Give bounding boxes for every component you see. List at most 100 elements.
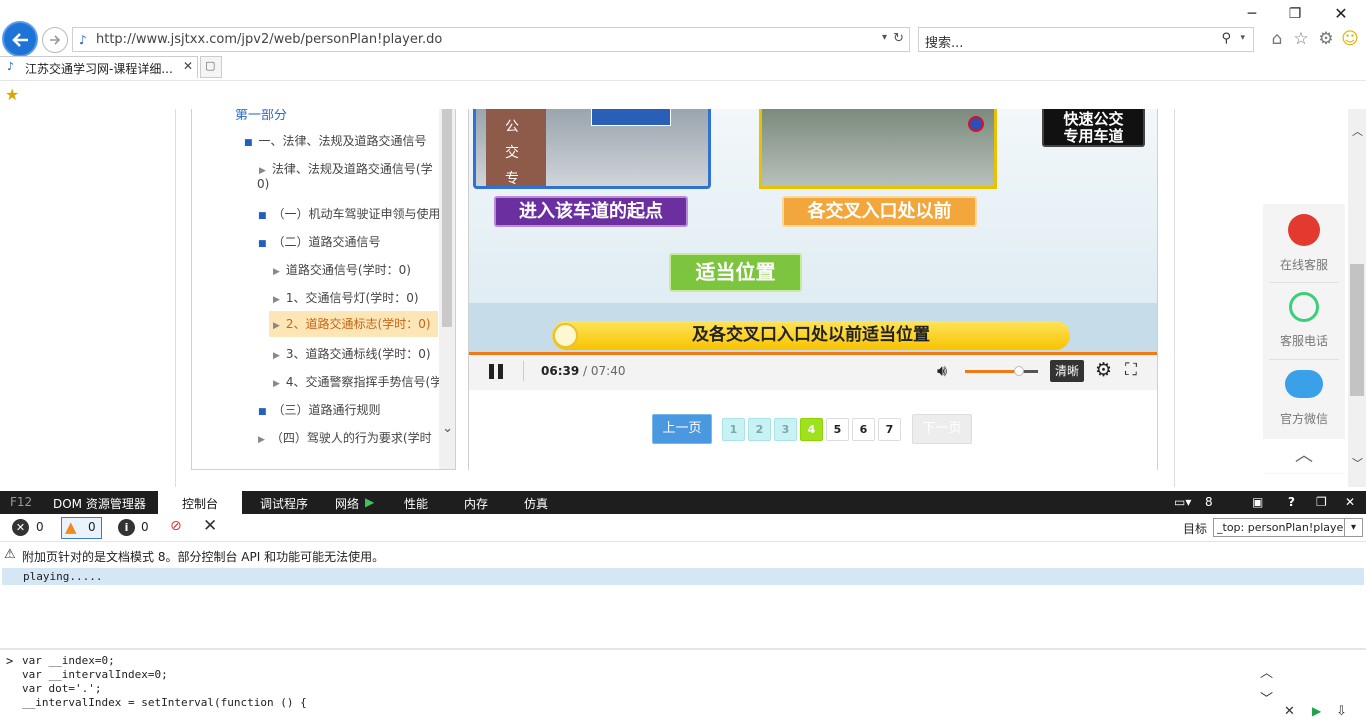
- tab-dom-explorer[interactable]: DOM 资源管理器: [53, 495, 146, 512]
- page-number-button[interactable]: 1: [722, 418, 745, 441]
- history-up-icon[interactable]: ︿: [1260, 662, 1273, 681]
- input-lines[interactable]: var __index=0; var __intervalIndex=0; va…: [22, 654, 307, 710]
- tree-item[interactable]: ▶ 2、道路交通标志(学时：0): [269, 311, 438, 337]
- tree-expand-icon[interactable]: ▶: [273, 295, 280, 305]
- wechat-service[interactable]: 官方微信: [1263, 370, 1345, 427]
- volume-icon[interactable]: 🔊︎: [937, 361, 947, 381]
- minimize-icon[interactable]: ─: [1238, 4, 1266, 24]
- run-icon[interactable]: ▶: [1312, 704, 1321, 718]
- tree-item[interactable]: ■ （二）道路交通信号: [258, 233, 381, 250]
- address-dropdown-icon[interactable]: ▾: [882, 32, 887, 43]
- tree-expand-icon[interactable]: ▶: [273, 379, 280, 389]
- next-page-button[interactable]: 下一页: [912, 414, 972, 444]
- clear-console-icon[interactable]: ✕: [203, 516, 217, 536]
- address-url[interactable]: http://www.jsjtxx.com/jpv2/web/personPla…: [96, 32, 442, 47]
- tree-item[interactable]: ■ （一）机动车驾驶证申领与使用: [258, 205, 441, 222]
- smiley-feedback-icon[interactable]: ☺: [1340, 29, 1360, 49]
- tab-performance[interactable]: 性能: [404, 495, 428, 512]
- tab-memory[interactable]: 内存: [464, 495, 488, 512]
- multiline-toggle-icon[interactable]: ⇩: [1336, 704, 1347, 719]
- target-dropdown-icon[interactable]: ▾: [1344, 519, 1362, 536]
- search-icon[interactable]: ⚲: [1221, 31, 1231, 46]
- video-frame[interactable]: 公 交 专 快速公交 专用车道 进入该车道的起点 各交叉入口处以前 适当位置 及…: [469, 109, 1157, 352]
- page-scroll-up-icon[interactable]: ︿: [1352, 123, 1363, 139]
- tree-expand-icon[interactable]: ▶: [273, 267, 280, 277]
- pause-icon-bar-a[interactable]: [489, 364, 494, 379]
- search-input[interactable]: 搜索...: [925, 32, 963, 51]
- error-filter-icon[interactable]: ✕: [12, 519, 29, 536]
- refresh-icon[interactable]: ↻: [893, 31, 904, 46]
- tree-expand-icon[interactable]: ▶: [273, 351, 280, 361]
- online-service[interactable]: 在线客服: [1263, 214, 1345, 273]
- undock-icon[interactable]: ❐: [1316, 495, 1327, 509]
- tree-item[interactable]: ▶ 3、道路交通标线(学时：0): [273, 345, 431, 362]
- log-line[interactable]: playing.....: [2, 568, 1364, 585]
- tree-item[interactable]: ▶ 法律、法规及道路交通信号(学: [259, 160, 433, 177]
- console-toggle-icon[interactable]: ▣: [1252, 495, 1263, 509]
- tree-item[interactable]: ▶ 1、交通信号灯(学时：0): [273, 289, 419, 306]
- target-select[interactable]: _top: personPlan!player. ▾: [1213, 518, 1363, 537]
- new-tab-button[interactable]: ▢: [200, 56, 222, 78]
- pause-icon-bar-b[interactable]: [498, 364, 503, 379]
- tab-f12[interactable]: F12: [10, 495, 32, 509]
- page-number-button[interactable]: 7: [878, 418, 901, 441]
- history-down-icon[interactable]: ﹀: [1260, 688, 1273, 707]
- tree-item[interactable]: ▶ （四）驾驶人的行为要求(学时: [258, 429, 432, 446]
- page-number-button[interactable]: 4: [800, 418, 823, 441]
- tab-console[interactable]: 控制台: [182, 495, 218, 512]
- home-icon[interactable]: ⌂: [1267, 29, 1287, 49]
- page-number-button[interactable]: 2: [748, 418, 771, 441]
- tree-item[interactable]: ▶ 道路交通信号(学时：0): [273, 261, 411, 278]
- volume-knob[interactable]: [1014, 366, 1025, 376]
- tree-item[interactable]: ▶ 4、交通警察指挥手势信号(学: [273, 373, 442, 390]
- tab-close-icon[interactable]: ✕: [183, 59, 193, 73]
- settings-icon[interactable]: ⚙: [1095, 359, 1112, 381]
- address-bar[interactable]: ♪ http://www.jsjtxx.com/jpv2/web/personP…: [72, 27, 910, 52]
- tree-expand-icon[interactable]: ▶: [258, 435, 265, 445]
- back-to-top-icon[interactable]: ︿: [1263, 439, 1345, 473]
- add-favorite-icon[interactable]: ★: [5, 85, 19, 104]
- info-filter-icon[interactable]: i: [118, 519, 135, 536]
- tree-item[interactable]: ■ （三）道路通行规则: [258, 401, 381, 418]
- settings-gear-icon[interactable]: ⚙: [1316, 29, 1336, 49]
- tree-expand-icon[interactable]: ▶: [273, 321, 280, 331]
- restore-icon[interactable]: ❐: [1281, 4, 1309, 24]
- tree-part-link[interactable]: 第一部分: [235, 109, 287, 123]
- prev-page-button[interactable]: 上一页: [652, 414, 712, 444]
- network-record-icon[interactable]: ▶: [365, 495, 374, 509]
- doc-mode-icon[interactable]: ▭▾: [1174, 495, 1191, 509]
- doc-mode-value[interactable]: 8: [1205, 495, 1213, 509]
- page-scroll-thumb[interactable]: [1350, 264, 1364, 396]
- devtools-close-icon[interactable]: ✕: [1345, 495, 1355, 509]
- tab-network[interactable]: 网络: [335, 495, 359, 512]
- page-scrollbar[interactable]: ︿ ﹀: [1348, 109, 1366, 487]
- quality-button[interactable]: 清晰: [1050, 360, 1084, 382]
- close-icon[interactable]: ✕: [1327, 4, 1355, 24]
- volume-track[interactable]: [965, 366, 1038, 376]
- page-number-button[interactable]: 3: [774, 418, 797, 441]
- tab-debugger[interactable]: 调试程序: [260, 495, 308, 512]
- help-icon[interactable]: ?: [1288, 495, 1295, 509]
- forward-arrow-icon: [50, 35, 61, 45]
- tree-expand-icon[interactable]: ▶: [259, 166, 266, 176]
- clear-on-navigate-icon[interactable]: ⊘: [170, 518, 182, 534]
- page-number-button[interactable]: 6: [852, 418, 875, 441]
- favorites-star-icon[interactable]: ☆: [1291, 29, 1311, 49]
- browser-tab[interactable]: ♪ 江苏交通学习网-课程详细... ✕: [0, 56, 198, 78]
- clear-input-icon[interactable]: ✕: [1284, 704, 1295, 719]
- forward-button[interactable]: [42, 27, 68, 53]
- tree-scroll-down-icon[interactable]: ⌄: [442, 421, 453, 436]
- page-scroll-down-icon[interactable]: ﹀: [1352, 455, 1363, 471]
- phone-service[interactable]: 客服电话: [1263, 292, 1345, 349]
- back-button[interactable]: [2, 21, 38, 57]
- tree-scrollbar[interactable]: ⌄: [439, 109, 455, 469]
- tree-scroll-thumb[interactable]: [442, 109, 452, 327]
- fullscreen-icon[interactable]: ⛶: [1125, 360, 1137, 380]
- search-dropdown-icon[interactable]: ▾: [1240, 33, 1245, 43]
- page-number-button[interactable]: 5: [826, 418, 849, 441]
- console-input[interactable]: > var __index=0; var __intervalIndex=0; …: [0, 648, 1366, 725]
- tab-emulation[interactable]: 仿真: [524, 495, 548, 512]
- search-box[interactable]: 搜索... ⚲ ▾: [918, 27, 1254, 52]
- tree-item[interactable]: ■ 一、法律、法规及道路交通信号: [244, 132, 427, 149]
- tree-item[interactable]: 0): [257, 177, 269, 191]
